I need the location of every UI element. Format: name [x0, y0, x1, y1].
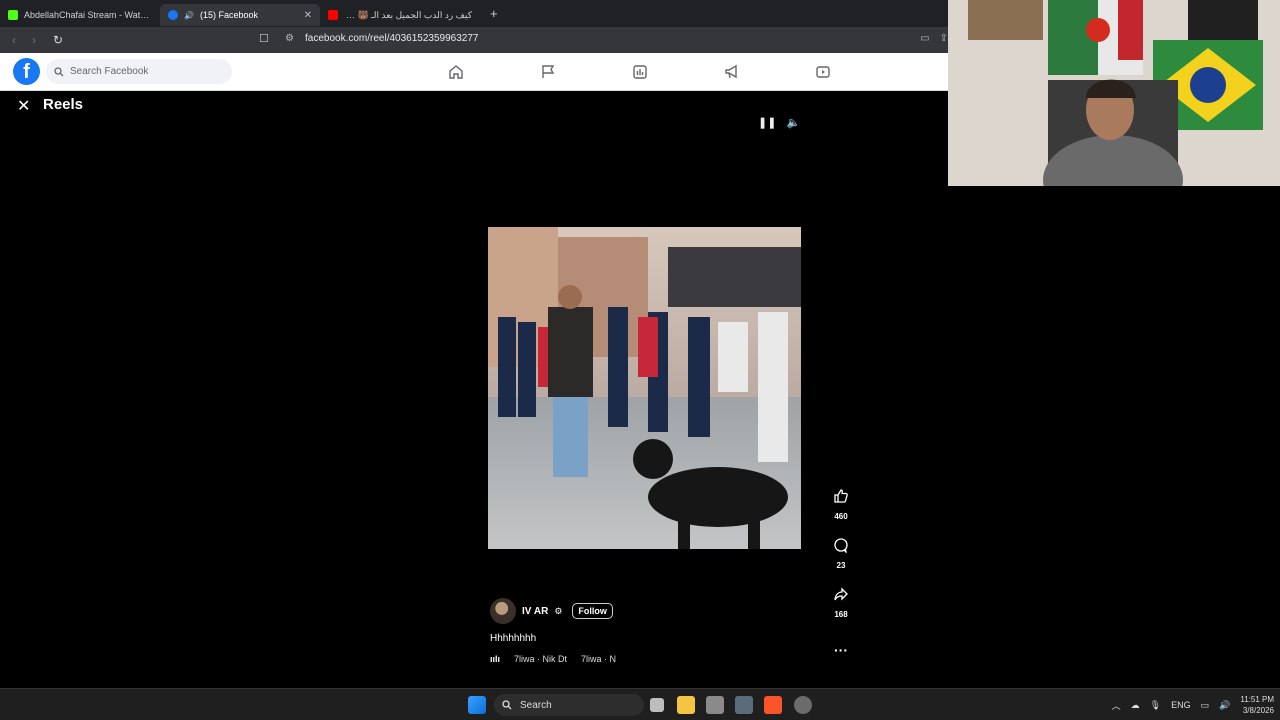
- brave-browser-icon[interactable]: [764, 696, 782, 714]
- speaker-icon: 🔊: [184, 10, 194, 20]
- search-icon: [54, 66, 64, 76]
- share-count: 168: [834, 610, 848, 619]
- audio-wave-icon: ıılı: [490, 654, 501, 664]
- reel-author: IV AR ⚙ Follow: [490, 598, 613, 624]
- microphone-icon[interactable]: 🎙: [1150, 700, 1161, 711]
- tab-title: كيف رد الدب الجميل بعد الـ 🐻 🇩🇿 (24): [344, 9, 472, 20]
- comment-icon: [834, 538, 848, 554]
- follow-button[interactable]: Follow: [572, 603, 613, 619]
- webcam-frame: [948, 0, 1280, 186]
- search-icon: [502, 700, 512, 710]
- bookmark-icon[interactable]: ☐: [259, 32, 269, 45]
- volume-icon[interactable]: 🔊: [1219, 700, 1230, 711]
- share-button[interactable]: 168: [826, 586, 856, 619]
- share-icon[interactable]: ⇪: [940, 33, 948, 44]
- pause-icon[interactable]: ❚❚: [758, 116, 776, 129]
- verified-icon: ⚙: [554, 605, 563, 616]
- new-tab-icon[interactable]: +: [490, 6, 498, 21]
- like-icon: [834, 489, 848, 503]
- search-placeholder: Search Facebook: [70, 66, 149, 77]
- avatar[interactable]: [490, 598, 516, 624]
- tab-youtube[interactable]: كيف رد الدب الجميل بعد الـ 🐻 🇩🇿 (24): [320, 4, 480, 26]
- language-indicator[interactable]: ENG: [1171, 700, 1191, 710]
- cast-icon[interactable]: ▭: [920, 33, 929, 44]
- comment-button[interactable]: 23: [826, 537, 856, 570]
- share-arrow-icon: [834, 587, 848, 601]
- video-frame: [488, 227, 801, 549]
- browser-tab-bar: AbdellahChafai Stream - Watch Live 🔊 (15…: [0, 0, 948, 27]
- video-icon[interactable]: [813, 62, 833, 82]
- reel-video[interactable]: [488, 227, 801, 549]
- kick-favicon-icon: [8, 10, 18, 20]
- volume-icon[interactable]: 🔈: [786, 116, 800, 129]
- close-icon[interactable]: ✕: [17, 96, 30, 116]
- file-explorer-icon[interactable]: [677, 696, 695, 714]
- author-name[interactable]: IV AR: [522, 606, 548, 617]
- reel-audio[interactable]: ıılı 7liwa · Nik Dt 7liwa · N: [490, 654, 616, 664]
- audio-track-2: 7liwa · N: [581, 654, 617, 664]
- task-view-icon[interactable]: [650, 698, 664, 712]
- tab-title: AbdellahChafai Stream - Watch Live: [24, 10, 152, 20]
- system-tray: ︿ ☁ 🎙 ENG ▭ 🔊 11:51 PM 3/8/2026: [1112, 689, 1274, 720]
- taskbar-search[interactable]: Search: [494, 694, 644, 716]
- site-info-icon[interactable]: ⚙: [285, 33, 294, 44]
- taskbar-search-label: Search: [520, 699, 552, 711]
- megaphone-icon[interactable]: [722, 62, 742, 82]
- flag-icon[interactable]: [538, 62, 558, 82]
- clock-date: 3/8/2026: [1242, 706, 1274, 715]
- tab-kick-stream[interactable]: AbdellahChafai Stream - Watch Live: [0, 4, 160, 26]
- windows-start-icon[interactable]: [468, 696, 486, 714]
- home-icon[interactable]: [446, 62, 466, 82]
- audio-track-1: 7liwa · Nik Dt: [514, 654, 568, 664]
- address-bar: ‹ › ↻ ☐ ⚙ facebook.com/reel/403615235996…: [0, 27, 948, 53]
- clock[interactable]: 11:51 PM 3/8/2026: [1240, 694, 1274, 716]
- facebook-search[interactable]: Search Facebook: [46, 59, 232, 84]
- comment-count: 23: [836, 561, 846, 570]
- facebook-header: f Search Facebook: [0, 53, 948, 91]
- facebook-logo[interactable]: f: [13, 58, 40, 85]
- network-icon[interactable]: ▭: [1201, 700, 1210, 711]
- like-button[interactable]: 460: [826, 488, 856, 521]
- facebook-favicon-icon: [168, 10, 178, 20]
- tab-title: (15) Facebook: [199, 10, 258, 20]
- clock-time: 11:51 PM: [1240, 695, 1274, 704]
- forward-icon[interactable]: ›: [24, 33, 44, 47]
- cloud-icon[interactable]: ☁: [1131, 700, 1140, 711]
- url-field[interactable]: facebook.com/reel/4036152359963277: [305, 33, 478, 44]
- like-count: 460: [834, 512, 848, 521]
- app-icon[interactable]: [735, 696, 753, 714]
- reel-caption: Hhhhhhhh: [490, 633, 537, 644]
- webcam-overlay: [948, 0, 1280, 186]
- youtube-favicon-icon: [328, 10, 338, 20]
- back-icon[interactable]: ‹: [4, 33, 24, 47]
- reload-icon[interactable]: ↻: [48, 33, 68, 47]
- page-title: Reels: [43, 96, 84, 113]
- chevron-up-icon[interactable]: ︿: [1112, 699, 1121, 712]
- chart-icon[interactable]: [630, 62, 650, 82]
- close-tab-icon[interactable]: ✕: [304, 10, 312, 21]
- camera-icon[interactable]: [706, 696, 724, 714]
- more-options-icon[interactable]: ···: [826, 642, 856, 658]
- windows-taskbar: Search ︿ ☁ 🎙 ENG ▭ 🔊 11:51 PM 3/8/2026: [0, 688, 1280, 720]
- tab-facebook[interactable]: 🔊 (15) Facebook ✕: [160, 4, 320, 26]
- settings-app-icon[interactable]: [794, 696, 812, 714]
